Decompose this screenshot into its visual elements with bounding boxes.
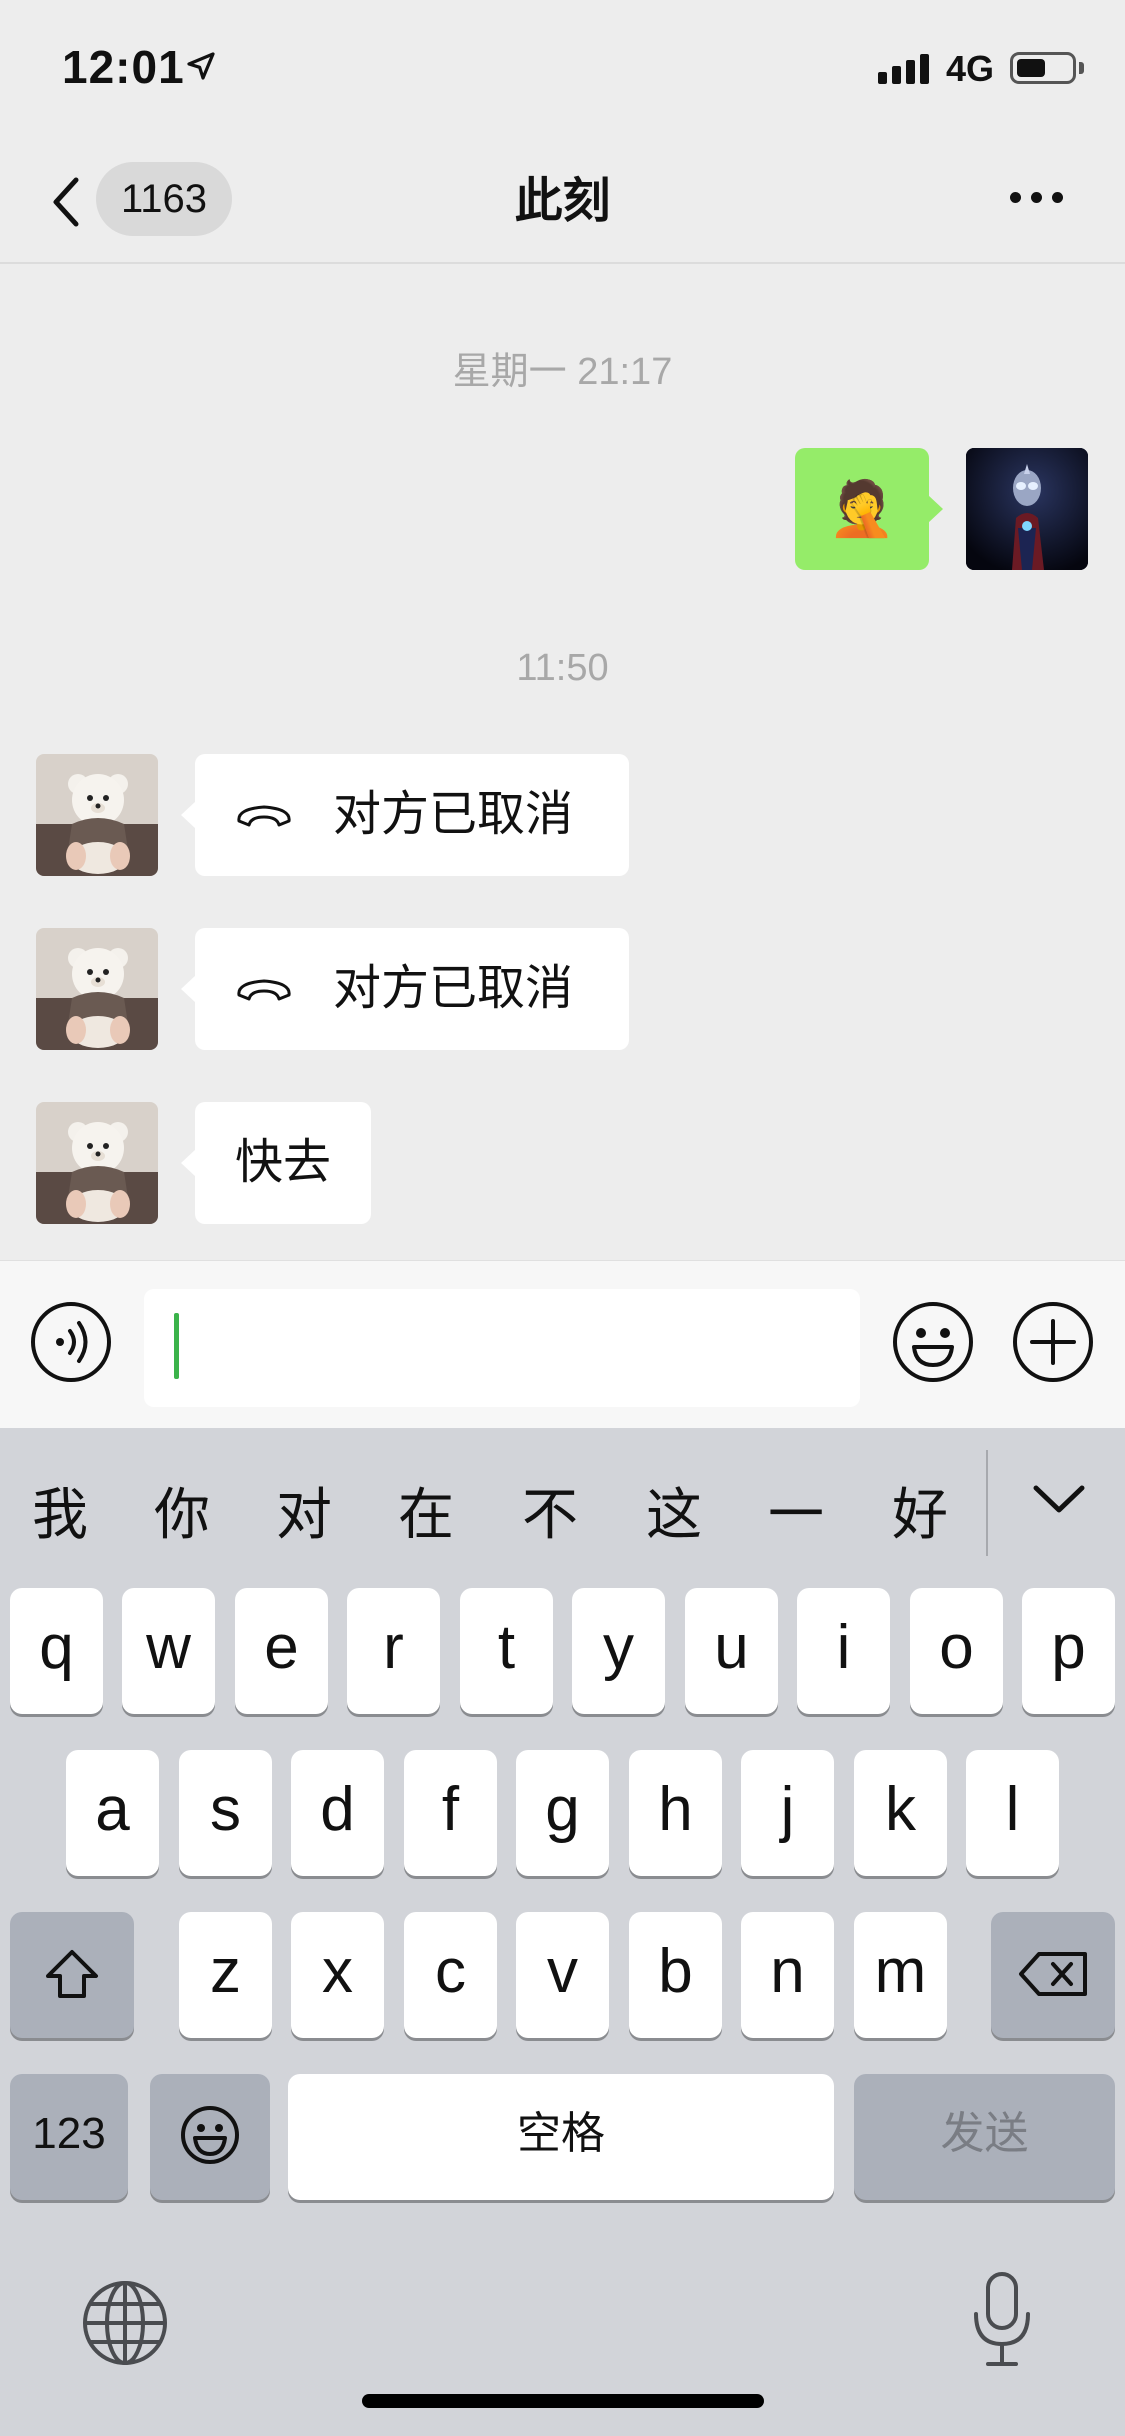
ultraman-avatar-image xyxy=(966,448,1088,570)
chat-header: 此刻 1163 xyxy=(0,140,1125,264)
candidate-word[interactable]: 一 xyxy=(768,1470,824,1551)
timestamp: 11:50 xyxy=(516,647,609,689)
contact-avatar[interactable] xyxy=(36,928,158,1050)
key-v[interactable]: v xyxy=(516,1912,609,2038)
key-g[interactable]: g xyxy=(516,1750,609,1876)
battery-tip xyxy=(1079,62,1084,74)
shift-arrow-icon xyxy=(46,1950,98,1998)
network-type: 4G xyxy=(946,48,995,89)
key-h[interactable]: h xyxy=(629,1750,722,1876)
shift-key[interactable] xyxy=(10,1912,134,2038)
call-message-bubble[interactable]: 对方已取消 xyxy=(181,928,629,1050)
status-bar: 12:01 4G xyxy=(0,0,1125,140)
key-y[interactable]: y xyxy=(572,1588,665,1714)
status-time: 12:01 xyxy=(62,41,185,93)
key-i[interactable]: i xyxy=(797,1588,890,1714)
microphone-icon[interactable] xyxy=(968,2270,1036,2370)
backspace-icon xyxy=(1019,1952,1087,1996)
contact-avatar[interactable] xyxy=(36,1102,158,1224)
key-b[interactable]: b xyxy=(629,1912,722,2038)
signal-icon xyxy=(878,54,929,84)
timestamp: 星期一 21:17 xyxy=(452,351,673,393)
text-message-bubble[interactable]: 快去 xyxy=(181,1102,371,1224)
delete-key[interactable] xyxy=(991,1912,1115,2038)
key-r[interactable]: r xyxy=(347,1588,440,1714)
sent-emoji-bubble[interactable]: 🤦 xyxy=(795,448,943,570)
emoji-icon xyxy=(181,2106,239,2164)
call-status-text: 对方已取消 xyxy=(333,788,574,841)
key-q[interactable]: q xyxy=(10,1588,103,1714)
key-e[interactable]: e xyxy=(235,1588,328,1714)
candidate-word[interactable]: 我 xyxy=(32,1470,88,1551)
numbers-key[interactable]: 123 xyxy=(10,2074,128,2200)
my-avatar[interactable] xyxy=(966,448,1088,570)
teddy-bear-avatar-image xyxy=(36,928,158,1050)
candidate-word[interactable]: 对 xyxy=(276,1470,332,1551)
key-l[interactable]: l xyxy=(966,1750,1059,1876)
key-u[interactable]: u xyxy=(685,1588,778,1714)
plus-icon[interactable] xyxy=(1012,1301,1094,1383)
call-status-text: 对方已取消 xyxy=(333,962,574,1015)
message-input[interactable] xyxy=(144,1289,860,1407)
contact-avatar[interactable] xyxy=(36,754,158,876)
space-key[interactable]: 空格 xyxy=(288,2074,834,2200)
candidate-word[interactable]: 好 xyxy=(892,1470,948,1551)
voice-icon[interactable] xyxy=(30,1301,112,1383)
call-ended-icon xyxy=(237,979,291,1001)
message-text: 快去 xyxy=(234,1136,331,1189)
facepalm-emoji: 🤦 xyxy=(828,479,896,539)
globe-icon[interactable] xyxy=(80,2278,170,2368)
chevron-down-icon[interactable] xyxy=(1030,1480,1088,1520)
ellipsis-icon[interactable] xyxy=(1010,192,1063,203)
input-bar xyxy=(0,1260,1125,1428)
key-d[interactable]: d xyxy=(291,1750,384,1876)
send-key[interactable]: 发送 xyxy=(854,2074,1115,2200)
key-o[interactable]: o xyxy=(910,1588,1003,1714)
key-c[interactable]: c xyxy=(404,1912,497,2038)
text-caret xyxy=(174,1313,179,1379)
key-j[interactable]: j xyxy=(741,1750,834,1876)
key-f[interactable]: f xyxy=(404,1750,497,1876)
battery-icon xyxy=(1010,52,1076,84)
key-k[interactable]: k xyxy=(854,1750,947,1876)
key-w[interactable]: w xyxy=(122,1588,215,1714)
candidate-word[interactable]: 你 xyxy=(154,1470,210,1551)
keyboard: 我 你 对 在 不 这 一 好 q w e r t y u i o p a s … xyxy=(0,1428,1125,2436)
key-p[interactable]: p xyxy=(1022,1588,1115,1714)
key-a[interactable]: a xyxy=(66,1750,159,1876)
unread-count-badge[interactable]: 1163 xyxy=(96,162,232,236)
teddy-bear-avatar-image xyxy=(36,754,158,876)
key-m[interactable]: m xyxy=(854,1912,947,2038)
location-arrow-icon xyxy=(187,52,215,80)
candidate-bar: 我 你 对 在 不 这 一 好 xyxy=(0,1428,1125,1588)
candidate-word[interactable]: 在 xyxy=(398,1470,454,1551)
key-t[interactable]: t xyxy=(460,1588,553,1714)
candidate-divider xyxy=(986,1450,988,1556)
key-n[interactable]: n xyxy=(741,1912,834,2038)
key-z[interactable]: z xyxy=(179,1912,272,2038)
chevron-left-icon[interactable] xyxy=(46,172,86,232)
home-indicator[interactable] xyxy=(362,2394,764,2408)
candidate-word[interactable]: 不 xyxy=(522,1470,578,1551)
candidate-word[interactable]: 这 xyxy=(646,1470,702,1551)
teddy-bear-avatar-image xyxy=(36,1102,158,1224)
call-message-bubble[interactable]: 对方已取消 xyxy=(181,754,629,876)
call-ended-icon xyxy=(237,805,291,827)
emoji-key[interactable] xyxy=(150,2074,270,2200)
key-s[interactable]: s xyxy=(179,1750,272,1876)
emoji-icon[interactable] xyxy=(892,1301,974,1383)
key-x[interactable]: x xyxy=(291,1912,384,2038)
